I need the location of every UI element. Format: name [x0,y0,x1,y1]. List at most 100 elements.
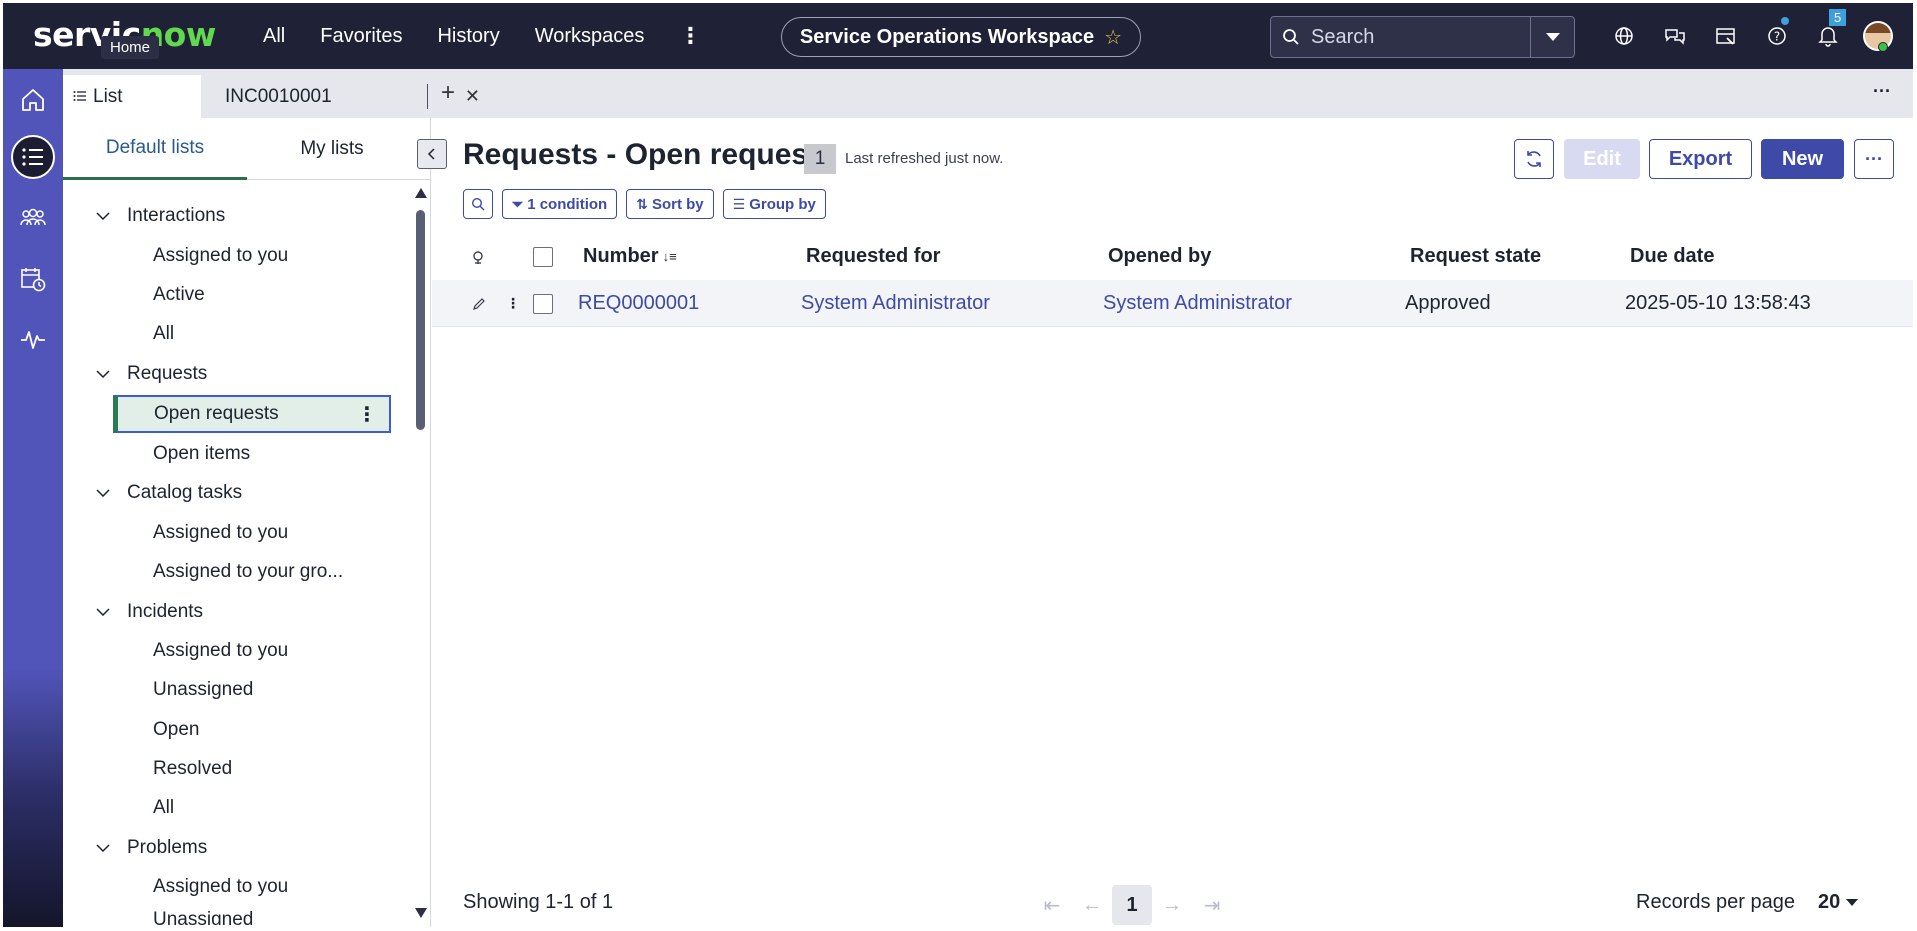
workspace-title: Service Operations Workspace [799,25,1095,48]
chat-icon[interactable] [1649,26,1700,46]
group-incidents[interactable]: Incidents [91,594,203,630]
chevron-down-icon [91,370,115,378]
list-item[interactable]: Unassigned [153,905,253,925]
first-page-icon[interactable]: ⇤ [1032,893,1072,918]
edit-button[interactable]: Edit [1564,139,1640,179]
refresh-button[interactable] [1514,139,1554,179]
home-icon[interactable] [11,78,55,122]
side-panel-tabs: Default lists My lists [63,118,431,180]
table-row[interactable]: ⋮ REQ0000001 System Administrator System… [432,280,1913,327]
list-item[interactable]: Unassigned [153,672,253,708]
list-item-selected[interactable]: Open requests ⋮ [113,395,391,433]
inbox-icon[interactable] [1700,26,1751,46]
group-requests[interactable]: Requests [91,356,207,392]
groups-icon[interactable] [11,196,55,240]
group-by-button[interactable]: ☰ Group by [722,189,826,219]
list-item[interactable]: Active [153,277,205,313]
column-settings-icon[interactable] [470,233,486,280]
help-icon[interactable]: ? [1751,17,1802,46]
tab-list-label: List [93,85,123,107]
column-requested-for[interactable]: Requested for [806,233,940,280]
list-search-button[interactable] [463,189,493,219]
record-count-badge: 1 [804,144,836,174]
group-interactions[interactable]: Interactions [91,198,225,234]
column-opened-by[interactable]: Opened by [1108,233,1211,280]
refresh-status: Last refreshed just now. [845,150,1004,167]
last-page-icon[interactable]: ⇥ [1192,893,1232,918]
favorite-star-icon[interactable]: ☆ [1104,25,1122,50]
column-request-state[interactable]: Request state [1410,233,1541,280]
home-tooltip: Home [101,36,160,59]
tab-default-lists[interactable]: Default lists [63,118,247,180]
list-item[interactable]: Resolved [153,751,232,787]
filter-bar: ⏷ 1 condition ⇅ Sort by ☰ Group by [463,189,835,219]
nav-history[interactable]: History [437,25,499,48]
help-notification-dot [1781,17,1789,25]
list-item[interactable]: Open items [153,436,250,472]
refresh-icon [1527,151,1541,167]
opened-by-link[interactable]: System Administrator [1103,280,1292,327]
nav-favorites[interactable]: Favorites [320,25,402,48]
chevron-down-icon [1846,899,1859,906]
scroll-down-arrow[interactable] [415,908,427,918]
nav-workspaces[interactable]: Workspaces [535,25,645,48]
list-item[interactable]: Assigned to you [153,633,288,669]
scrollbar-thumb[interactable] [416,210,425,430]
workspace-tabs: List INC0010001 ✕ + ··· [63,69,1913,118]
condition-filter-button[interactable]: ⏷ 1 condition [502,189,618,219]
bell-icon[interactable]: 5 [1802,9,1853,47]
list-item[interactable]: Assigned to you [153,238,288,274]
next-page-icon[interactable]: → [1152,894,1192,917]
scroll-up-arrow[interactable] [415,188,427,198]
list-item[interactable]: Open [153,712,199,748]
item-options-icon[interactable]: ⋮ [357,402,377,427]
more-menu-icon[interactable]: ⋮ [679,23,701,49]
tab-list[interactable]: List [63,75,201,118]
new-button[interactable]: New [1761,139,1844,179]
search-icon [1271,28,1311,46]
chevron-down-icon [91,212,115,220]
row-checkbox[interactable] [533,280,553,327]
globe-icon[interactable] [1598,26,1649,46]
group-icon: ☰ [732,195,746,212]
workspace-title-pill[interactable]: Service Operations Workspace ☆ [781,17,1141,57]
search-input[interactable]: Search [1311,26,1530,49]
activity-icon[interactable] [11,318,55,362]
current-page[interactable]: 1 [1112,885,1152,925]
nav-all[interactable]: All [263,25,285,48]
list-item[interactable]: Assigned to you [153,515,288,551]
request-number-link[interactable]: REQ0000001 [578,280,699,327]
collapse-panel-button[interactable] [417,139,447,169]
select-all-checkbox[interactable] [533,233,553,280]
table-header: Number ↓≡ Requested for Opened by Reques… [432,233,1913,280]
row-options-icon[interactable]: ⋮ [506,280,520,327]
add-tab-icon[interactable]: + [441,79,455,107]
chevron-down-icon [91,844,115,852]
column-number[interactable]: Number ↓≡ [583,233,677,280]
online-status-dot [1878,42,1888,52]
group-catalog-tasks[interactable]: Catalog tasks [91,475,242,511]
close-tab-icon[interactable]: ✕ [465,86,480,107]
tab-my-lists[interactable]: My lists [247,118,417,180]
requested-for-link[interactable]: System Administrator [801,280,990,327]
search-scope-dropdown-icon[interactable] [1530,17,1574,57]
column-due-date[interactable]: Due date [1630,233,1714,280]
schedule-icon[interactable] [11,257,55,301]
sort-descending-icon: ↓≡ [662,249,677,264]
page-title: Requests - Open requests [463,138,835,171]
global-search[interactable]: Search [1270,16,1575,58]
prev-page-icon[interactable]: ← [1072,894,1112,917]
records-per-page-select[interactable]: 20 [1818,891,1859,914]
more-actions-icon[interactable]: ··· [1854,139,1894,179]
list-item[interactable]: Assigned to your gro... [153,554,343,590]
list-item[interactable]: Assigned to you [153,869,288,905]
export-button[interactable]: Export [1649,139,1752,179]
edit-row-icon[interactable] [472,280,486,327]
group-problems[interactable]: Problems [91,830,207,866]
list-item[interactable]: All [153,316,174,352]
list-icon[interactable] [11,135,55,179]
sort-by-button[interactable]: ⇅ Sort by [626,189,714,219]
list-item[interactable]: All [153,790,174,826]
tab-divider [427,84,428,109]
tab-overflow-icon[interactable]: ··· [1873,81,1891,102]
